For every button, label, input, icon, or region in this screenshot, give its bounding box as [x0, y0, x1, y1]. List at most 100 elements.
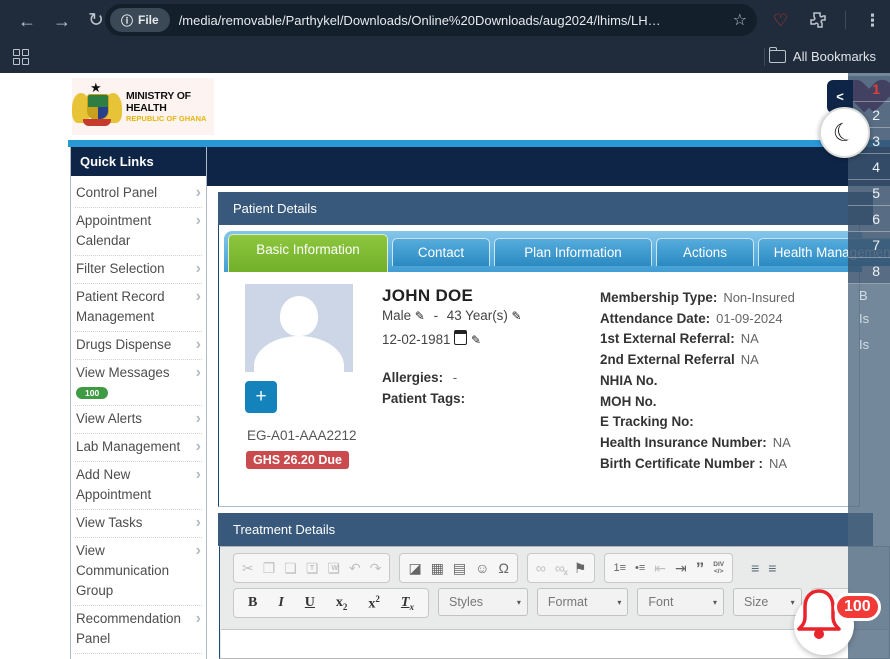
right-panel-partial-text: B — [848, 284, 890, 307]
bookmark-star-icon[interactable]: ☆ — [733, 10, 747, 30]
sidebar-item-view-messages[interactable]: View Messages › 100 — [75, 360, 202, 406]
increase-indent-icon[interactable]: ⇥ — [675, 561, 687, 575]
chevron-right-icon: › — [196, 438, 201, 456]
patient-name: JOHN DOE — [382, 286, 473, 306]
blockquote-icon[interactable]: ” — [696, 560, 705, 577]
tab-plan-information[interactable]: Plan Information — [494, 238, 652, 266]
add-photo-button[interactable]: + — [245, 381, 277, 413]
sidebar-item-drugs-dispense[interactable]: Drugs Dispense › — [75, 332, 202, 360]
treatment-details-header: Treatment Details — [218, 513, 873, 546]
align-left-icon[interactable]: ≡ — [751, 561, 759, 575]
bullet-list-icon[interactable]: •≡ — [635, 563, 645, 574]
notification-bell-area[interactable]: 100 — [790, 585, 890, 659]
insert-image-icon[interactable]: ◪ — [408, 561, 421, 575]
decrease-indent-icon[interactable]: ⇤ — [654, 561, 666, 575]
chevron-right-icon: › — [196, 364, 201, 382]
chevron-right-icon: › — [196, 336, 201, 354]
italic-icon[interactable]: I — [272, 594, 289, 612]
undo-icon[interactable]: ↶ — [349, 561, 361, 575]
bold-icon[interactable]: B — [242, 594, 263, 612]
font-dropdown[interactable]: Font▾ — [637, 588, 724, 616]
align-center-icon[interactable]: ≡ — [768, 561, 776, 575]
chevron-down-icon: ▾ — [713, 598, 717, 607]
edit-icon[interactable]: ✎ — [512, 309, 522, 323]
right-panel-partial-text: Is — [848, 307, 890, 330]
extensions-icon[interactable] — [810, 12, 826, 28]
sidebar-item-view-alerts[interactable]: View Alerts › — [75, 406, 202, 434]
paste-as-text-icon[interactable]: ❏T — [306, 561, 319, 575]
redo-icon[interactable]: ↷ — [370, 561, 382, 575]
special-character-icon[interactable]: Ω — [498, 561, 508, 575]
apps-grid-icon[interactable] — [13, 49, 29, 65]
styles-dropdown[interactable]: Styles▾ — [438, 588, 528, 616]
cut-icon[interactable]: ✂ — [242, 561, 254, 575]
folder-icon — [769, 50, 786, 63]
remove-format-icon[interactable]: Tx — [395, 594, 420, 613]
calendar-icon[interactable] — [454, 330, 467, 345]
chevron-right-icon: › — [196, 542, 201, 560]
sidebar-item-add-new-appointment[interactable]: Add New Appointment › — [75, 462, 202, 510]
all-bookmarks-button[interactable]: All Bookmarks — [769, 49, 876, 64]
unlink-icon[interactable]: ∞x — [555, 561, 565, 575]
ministry-title: MINISTRY OF HEALTH — [126, 90, 214, 114]
health-extension-icon[interactable]: ♡ — [773, 11, 788, 31]
edit-icon[interactable]: ✎ — [415, 309, 425, 323]
sidebar-item-manage-adverse-reaction[interactable]: Manage Adverse Reaction › — [75, 654, 202, 659]
screen: ← → ↻ ⓘ File /media/removable/Parthykel/… — [0, 0, 890, 659]
messages-count-badge: 100 — [76, 387, 108, 399]
chevron-right-icon: › — [196, 466, 201, 484]
sidebar-item-recommendation-panel[interactable]: Recommendation Panel › — [75, 606, 202, 654]
anchor-flag-icon[interactable]: ⚑ — [574, 561, 587, 575]
sidebar-item-view-tasks[interactable]: View Tasks › — [75, 510, 202, 538]
url-text: /media/removable/Parthykel/Downloads/Onl… — [179, 13, 733, 28]
ministry-logo: ★ MINISTRY OF HEALTH REPUBLIC OF GHANA — [72, 78, 214, 135]
right-side-panel: 1 2 3 4 5 6 7 8 B Is Is — [848, 73, 890, 659]
top-nav-band — [205, 147, 890, 186]
sidebar-item-patient-record-management[interactable]: Patient Record Management › — [75, 284, 202, 332]
right-panel-item-4[interactable]: 4 — [848, 154, 890, 180]
right-panel-item-7[interactable]: 7 — [848, 232, 890, 258]
back-icon[interactable]: ← — [12, 11, 42, 31]
sidebar-item-appointment-calendar[interactable]: Appointment Calendar › — [75, 208, 202, 256]
field-attendance-date: Attendance Date:01-09-2024 — [600, 309, 870, 330]
address-bar[interactable]: ⓘ File /media/removable/Parthykel/Downlo… — [105, 4, 757, 36]
format-dropdown[interactable]: Format▾ — [537, 588, 629, 616]
horizontal-line-icon[interactable]: ▤ — [453, 561, 466, 575]
right-panel-item-8[interactable]: 8 — [848, 258, 890, 284]
smiley-icon[interactable]: ☺ — [475, 561, 489, 575]
ministry-subtitle: REPUBLIC OF GHANA — [126, 114, 214, 123]
tab-contact[interactable]: Contact — [392, 238, 490, 266]
paste-from-word-icon[interactable]: ❏W — [327, 561, 340, 575]
sidebar-header: Quick Links — [71, 147, 206, 176]
browser-menu-icon[interactable]: ⋮ — [864, 11, 881, 31]
tab-basic-information[interactable]: Basic Information — [228, 234, 388, 272]
copy-icon[interactable]: ❐ — [263, 561, 276, 575]
paste-icon[interactable]: ❏ — [284, 561, 297, 575]
underline-icon[interactable]: U — [299, 594, 321, 612]
patient-detail-fields: Membership Type:Non-Insured Attendance D… — [600, 288, 870, 474]
right-panel-partial-text: Is — [848, 330, 890, 359]
bookmarks-bar: All Bookmarks — [0, 40, 890, 73]
right-panel-item-1[interactable]: 1 — [848, 76, 890, 102]
dark-mode-toggle[interactable]: ☾ — [819, 107, 870, 158]
subscript-icon[interactable]: x2 — [330, 594, 354, 613]
sidebar-item-lab-management[interactable]: Lab Management › — [75, 434, 202, 462]
sidebar-item-control-panel[interactable]: Control Panel › — [75, 180, 202, 208]
field-e-tracking-no: E Tracking No: — [600, 412, 870, 433]
right-panel-item-5[interactable]: 5 — [848, 180, 890, 206]
right-panel-item-6[interactable]: 6 — [848, 206, 890, 232]
chevron-down-icon: ▾ — [517, 598, 521, 607]
forward-icon[interactable]: → — [47, 11, 77, 31]
link-icon[interactable]: ∞ — [536, 561, 546, 575]
sidebar-item-filter-selection[interactable]: Filter Selection › — [75, 256, 202, 284]
patient-photo-placeholder — [245, 284, 353, 372]
div-container-icon[interactable]: DIV</> — [713, 561, 724, 575]
tab-actions[interactable]: Actions — [656, 238, 754, 266]
superscript-icon[interactable]: x2 — [362, 593, 386, 614]
sidebar-item-view-communication-group[interactable]: View Communication Group › — [75, 538, 202, 606]
editor-content-area[interactable] — [221, 629, 888, 658]
numbered-list-icon[interactable]: 1≡ — [613, 563, 626, 574]
insert-table-icon[interactable]: ▦ — [431, 561, 444, 575]
url-scheme-chip: ⓘ File — [110, 8, 170, 32]
edit-icon[interactable]: ✎ — [471, 333, 481, 347]
